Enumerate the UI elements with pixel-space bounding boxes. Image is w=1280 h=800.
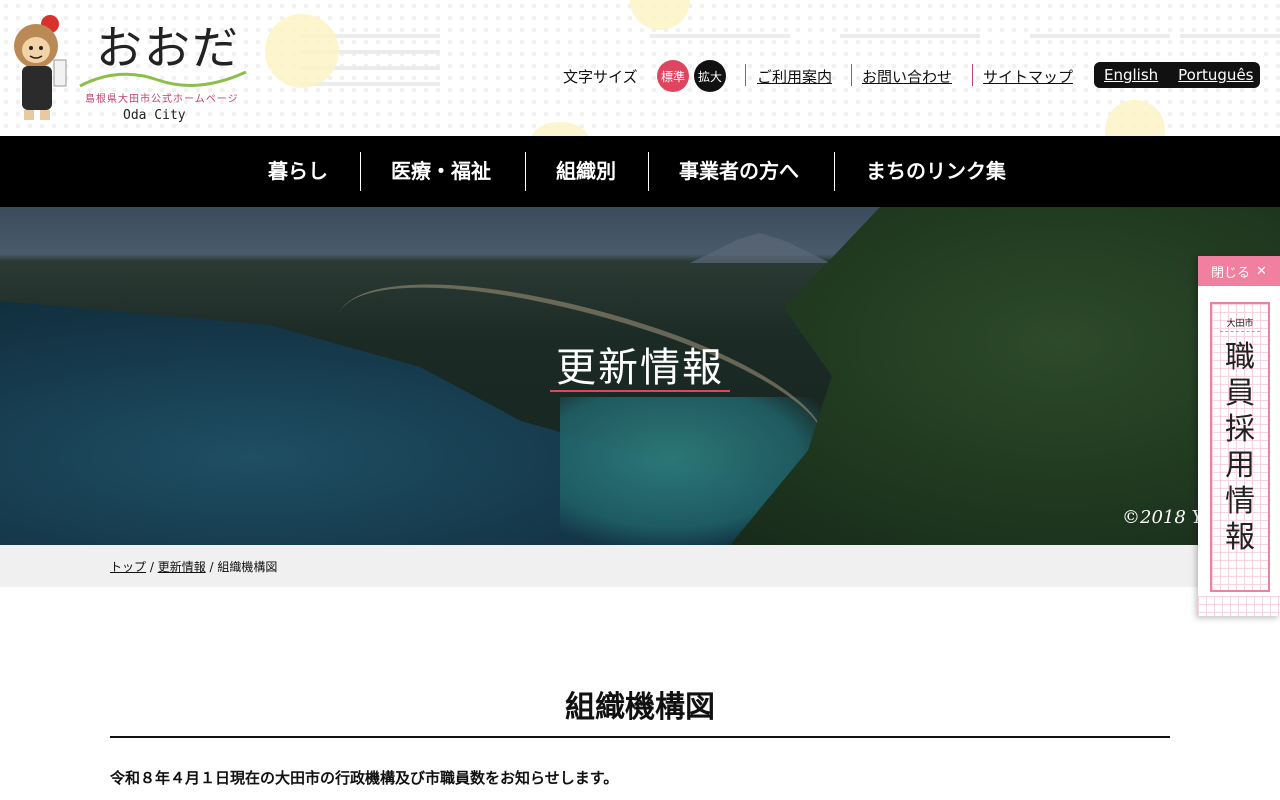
page-title: 組織機構図 [565, 690, 715, 725]
fontsize-large-button[interactable]: 拡大 [694, 60, 726, 92]
header-stripe [650, 34, 790, 38]
english-link[interactable]: English [1094, 66, 1168, 84]
breadcrumb: トップ / 更新情報 / 組織機構図 [0, 545, 1280, 587]
nav-divider [360, 152, 361, 191]
photo-copyright: ©2018 Y [1122, 507, 1204, 528]
header-stripe [840, 34, 980, 38]
logo-subtitle: 島根県大田市公式ホームページ [85, 94, 239, 105]
breadcrumb-separator: / [146, 560, 158, 574]
nav-item-organization[interactable]: 組織別 [556, 136, 616, 207]
hero-mountain [690, 233, 830, 263]
nav-item-living[interactable]: 暮らし [268, 136, 328, 207]
nav-divider [834, 152, 835, 191]
nav-divider [648, 152, 649, 191]
header-blob [265, 14, 339, 88]
banner-grid [1198, 596, 1280, 616]
site-header: おおだ 島根県大田市公式ホームページ Oda City 文字サイズ 標準 拡大 … [0, 0, 1280, 136]
banner-dash [1220, 331, 1260, 332]
nav-divider [525, 152, 526, 191]
title-rule [110, 736, 1170, 738]
hero-title: 更新情報 [556, 345, 724, 391]
nav-item-medical-welfare[interactable]: 医療・福祉 [391, 136, 491, 207]
recruitment-link[interactable]: 大田市 職 員 採 用 情 報 [1210, 302, 1270, 592]
nav-item-links[interactable]: まちのリンク集 [866, 136, 1006, 207]
breadcrumb-top-link[interactable]: トップ [110, 560, 146, 574]
logo-wave-icon [79, 70, 247, 88]
site-logo[interactable]: おおだ 島根県大田市公式ホームページ Oda City [8, 10, 248, 130]
portuguese-link[interactable]: Português [1168, 66, 1263, 84]
breadcrumb-updates-link[interactable]: 更新情報 [158, 560, 206, 574]
close-icon: ✕ [1256, 263, 1267, 279]
recruitment-banner: 閉じる ✕ 大田市 職 員 採 用 情 報 [1198, 256, 1280, 616]
banner-close-button[interactable]: 閉じる ✕ [1198, 256, 1280, 286]
logo-english: Oda City [123, 108, 186, 123]
language-switcher: English Português [1094, 62, 1260, 88]
sitemap-link[interactable]: サイトマップ [983, 66, 1073, 87]
nav-item-business[interactable]: 事業者の方へ [679, 136, 799, 207]
breadcrumb-current: 組織機構図 [217, 560, 278, 574]
breadcrumb-separator: / [205, 560, 218, 574]
banner-close-label: 閉じる [1211, 265, 1251, 281]
divider [745, 64, 746, 86]
guide-link[interactable]: ご利用案内 [757, 66, 832, 87]
header-stripe [1030, 34, 1170, 38]
banner-org: 大田市 [1226, 319, 1254, 329]
divider [851, 64, 852, 86]
divider [972, 64, 973, 86]
hero-banner: 更新情報 ©2018 Y [0, 207, 1280, 545]
contact-link[interactable]: お問い合わせ [862, 66, 952, 87]
header-stripe [1180, 34, 1280, 38]
fontsize-label: 文字サイズ [563, 68, 638, 86]
mascot-icon [14, 15, 67, 120]
fontsize-standard-button[interactable]: 標準 [657, 60, 689, 92]
global-nav: 暮らし 医療・福祉 組織別 事業者の方へ まちのリンク集 [0, 136, 1280, 207]
hero-title-underline [550, 390, 730, 392]
banner-text: 職 員 採 用 情 報 [1225, 340, 1255, 555]
intro-text: 令和８年４月１日現在の大田市の行政機構及び市職員数をお知らせします。 [110, 769, 619, 787]
